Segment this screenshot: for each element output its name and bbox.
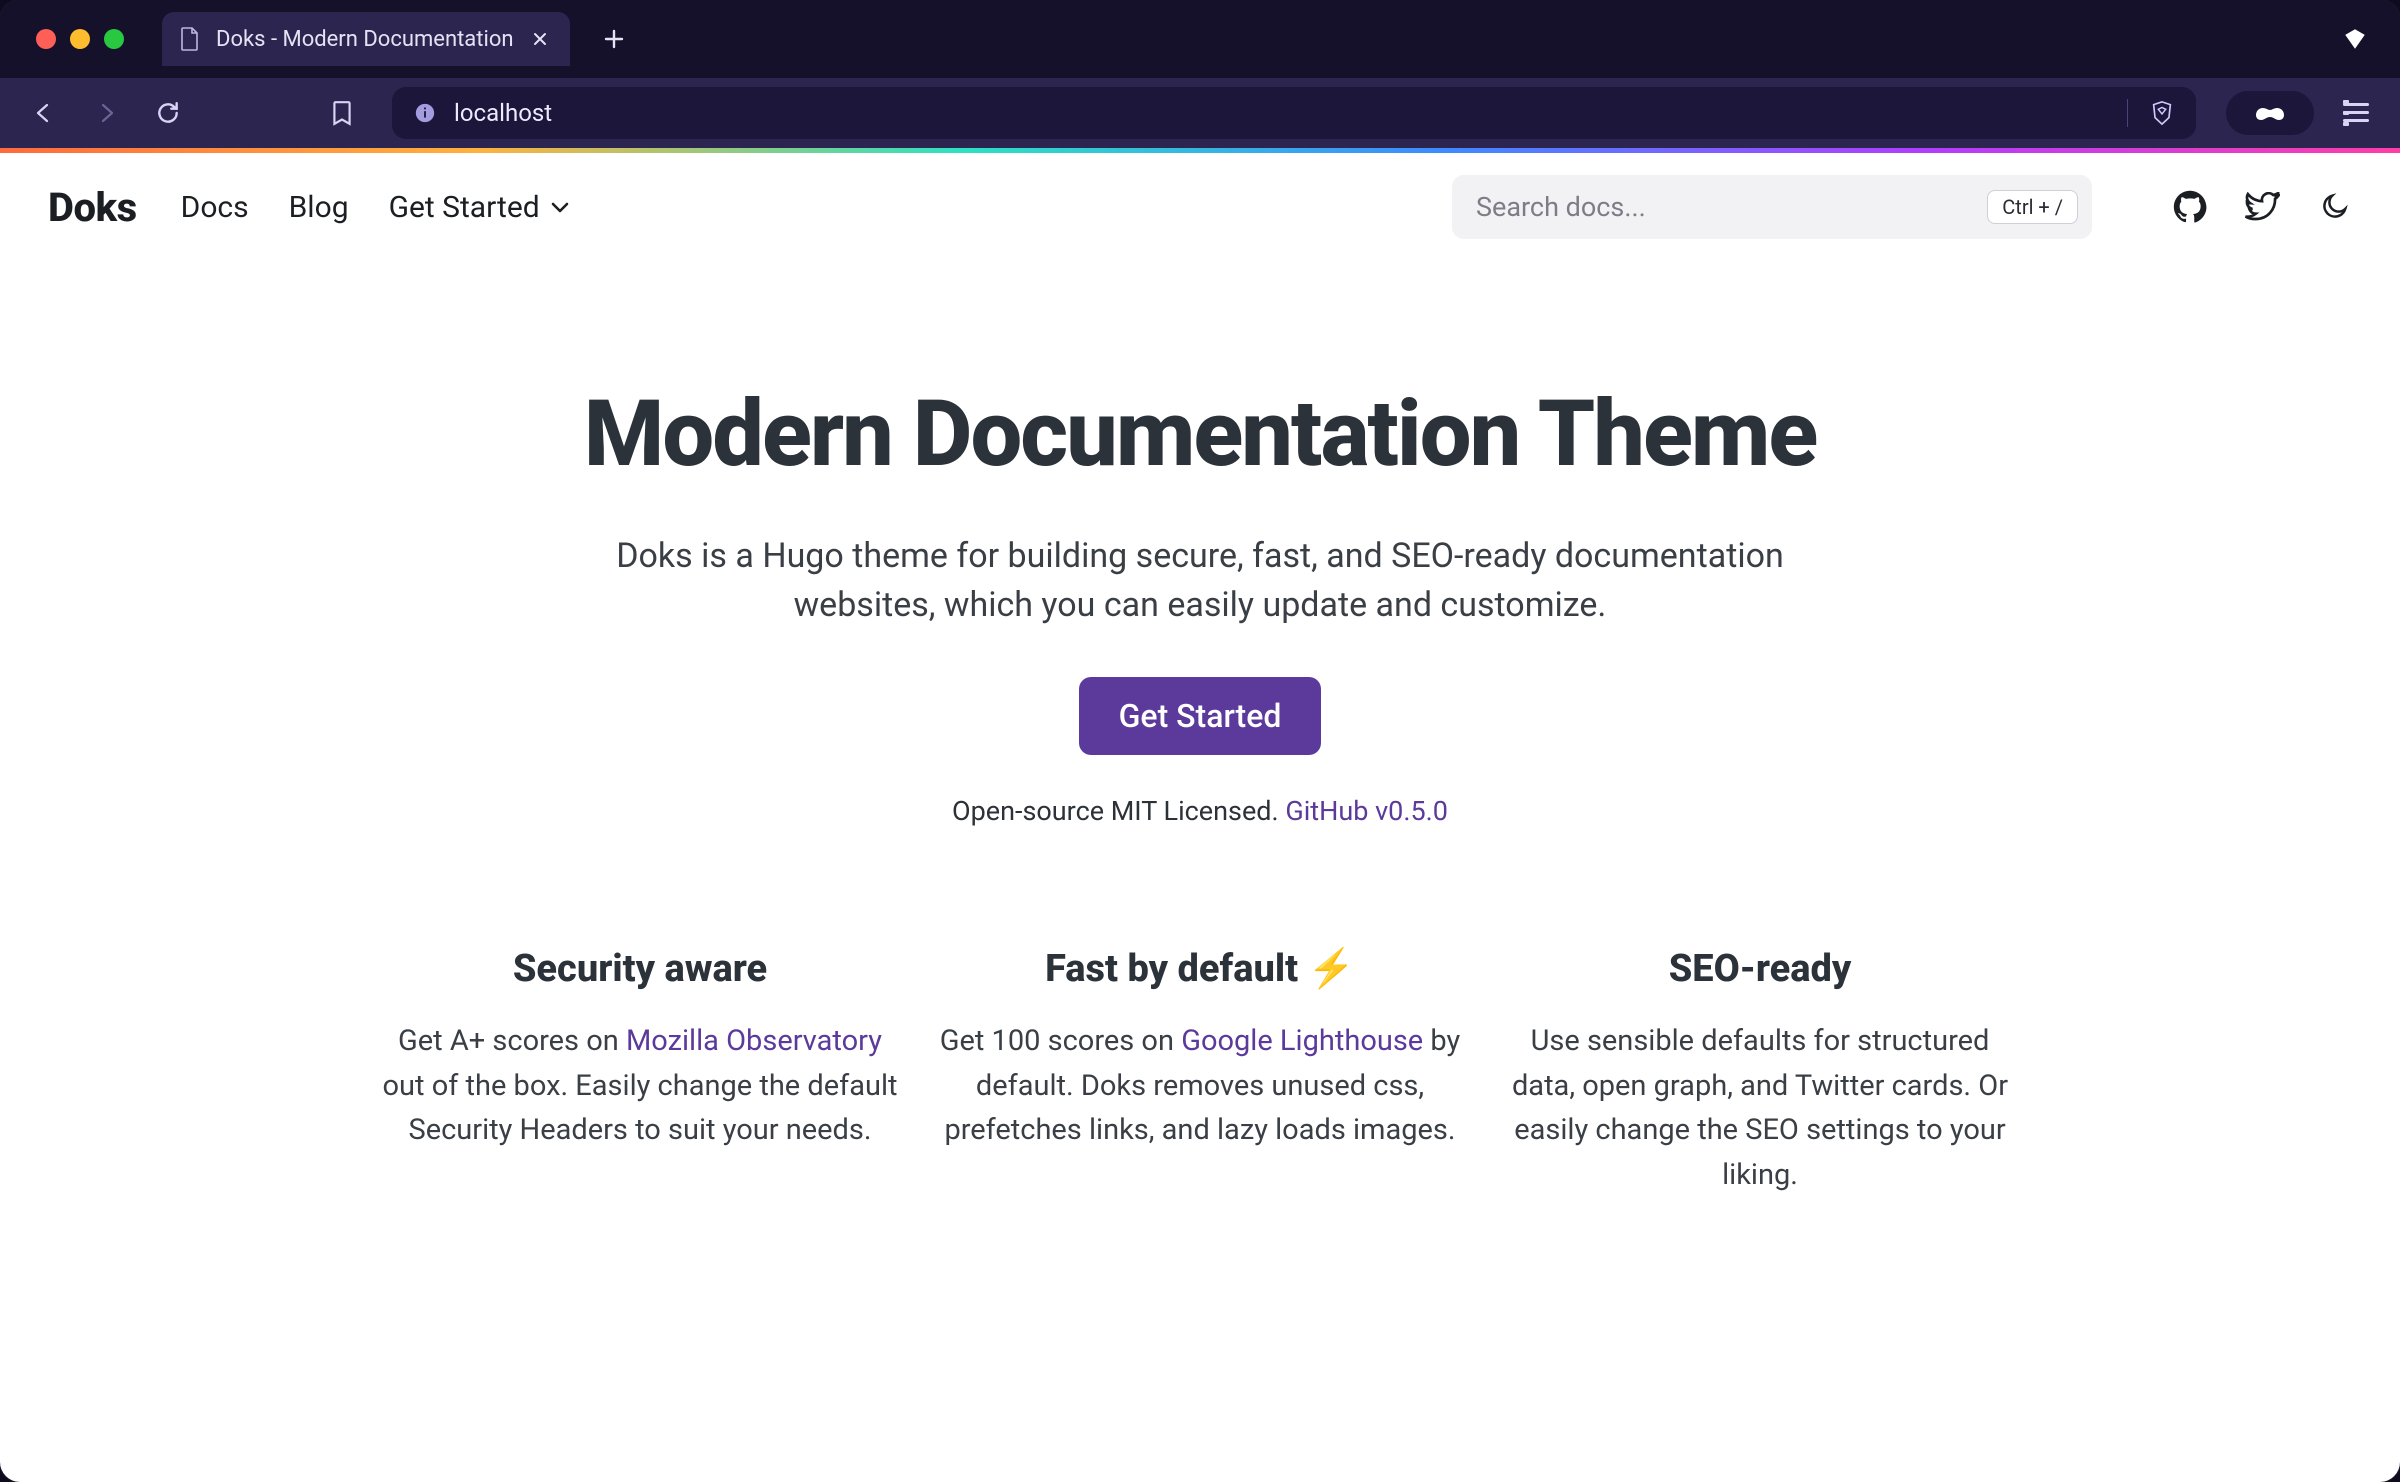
feature-body-post: out of the box. Easily change the defaul… — [383, 1069, 898, 1148]
reload-button[interactable] — [148, 93, 188, 133]
brave-shields-icon[interactable] — [2148, 99, 2176, 127]
header-icons — [2172, 189, 2352, 225]
site-nav: Docs Blog Get Started — [181, 190, 570, 225]
hero-lead: Doks is a Hugo theme for building secure… — [610, 532, 1790, 631]
nav-forward-button[interactable] — [86, 93, 126, 133]
feature-fast: Fast by default ⚡️ Get 100 scores on Goo… — [920, 947, 1480, 1199]
address-bar[interactable]: localhost — [392, 87, 2196, 139]
nav-get-started-label: Get Started — [389, 190, 540, 225]
bookmark-button[interactable] — [322, 93, 362, 133]
feature-body-pre: Get 100 scores on — [940, 1024, 1181, 1058]
feature-link[interactable]: Google Lighthouse — [1181, 1024, 1423, 1058]
features: Security aware Get A+ scores on Mozilla … — [100, 867, 2300, 1259]
search-input[interactable]: Search docs... Ctrl + / — [1452, 175, 2092, 239]
feature-security: Security aware Get A+ scores on Mozilla … — [360, 947, 920, 1199]
feature-seo: SEO-ready Use sensible defaults for stru… — [1480, 947, 2040, 1199]
feature-title: Fast by default ⚡️ — [938, 947, 1462, 991]
site-info-icon[interactable] — [412, 100, 438, 126]
feature-body: Get A+ scores on Mozilla Observatory out… — [378, 1019, 902, 1154]
feature-link[interactable]: Mozilla Observatory — [626, 1024, 882, 1058]
nav-docs[interactable]: Docs — [181, 190, 249, 225]
github-icon[interactable] — [2172, 189, 2208, 225]
browser-tab[interactable]: Doks - Modern Documentation — [162, 12, 570, 66]
chevron-down-icon — [550, 200, 570, 214]
page-content: Doks Docs Blog Get Started Search docs..… — [0, 153, 2400, 1482]
addr-divider — [2127, 99, 2128, 127]
browser-window: Doks - Modern Documentation — [0, 0, 2400, 1482]
hero: Modern Documentation Theme Doks is a Hug… — [0, 261, 2400, 867]
window-maximize-button[interactable] — [104, 29, 124, 49]
feature-body: Use sensible defaults for structured dat… — [1498, 1019, 2022, 1199]
feature-body: Get 100 scores on Google Lighthouse by d… — [938, 1019, 1462, 1154]
hero-meta-link[interactable]: GitHub v0.5.0 — [1285, 795, 1448, 827]
window-minimize-button[interactable] — [70, 29, 90, 49]
nav-get-started[interactable]: Get Started — [389, 190, 570, 225]
feature-body-post: Use sensible defaults for structured dat… — [1512, 1024, 2008, 1193]
private-mode-indicator[interactable] — [2226, 91, 2314, 135]
hero-title: Modern Documentation Theme — [60, 381, 2340, 488]
twitter-icon[interactable] — [2244, 189, 2280, 225]
browser-toolbar: localhost — [0, 78, 2400, 148]
new-tab-button[interactable] — [594, 19, 634, 59]
browser-menu-button[interactable] — [2336, 93, 2376, 133]
hero-meta-prefix: Open-source MIT Licensed. — [952, 795, 1285, 827]
nav-back-button[interactable] — [24, 93, 64, 133]
nav-blog[interactable]: Blog — [289, 190, 349, 225]
get-started-button[interactable]: Get Started — [1079, 677, 1322, 755]
url-text: localhost — [454, 99, 552, 127]
theme-toggle-icon[interactable] — [2316, 189, 2352, 225]
tab-title: Doks - Modern Documentation — [216, 27, 514, 52]
search-shortcut: Ctrl + / — [1987, 190, 2078, 224]
search-placeholder: Search docs... — [1476, 191, 1646, 223]
brave-rewards-icon[interactable] — [2340, 24, 2370, 54]
window-controls — [36, 29, 124, 49]
window-close-button[interactable] — [36, 29, 56, 49]
feature-title: SEO-ready — [1498, 947, 2022, 991]
site-brand[interactable]: Doks — [48, 184, 137, 231]
feature-title: Security aware — [378, 947, 902, 991]
feature-body-pre: Get A+ scores on — [398, 1024, 626, 1058]
tab-strip: Doks - Modern Documentation — [0, 0, 2400, 78]
hero-meta: Open-source MIT Licensed. GitHub v0.5.0 — [60, 795, 2340, 827]
site-header: Doks Docs Blog Get Started Search docs..… — [0, 153, 2400, 261]
page-file-icon — [178, 27, 202, 51]
tab-close-button[interactable] — [528, 27, 552, 51]
